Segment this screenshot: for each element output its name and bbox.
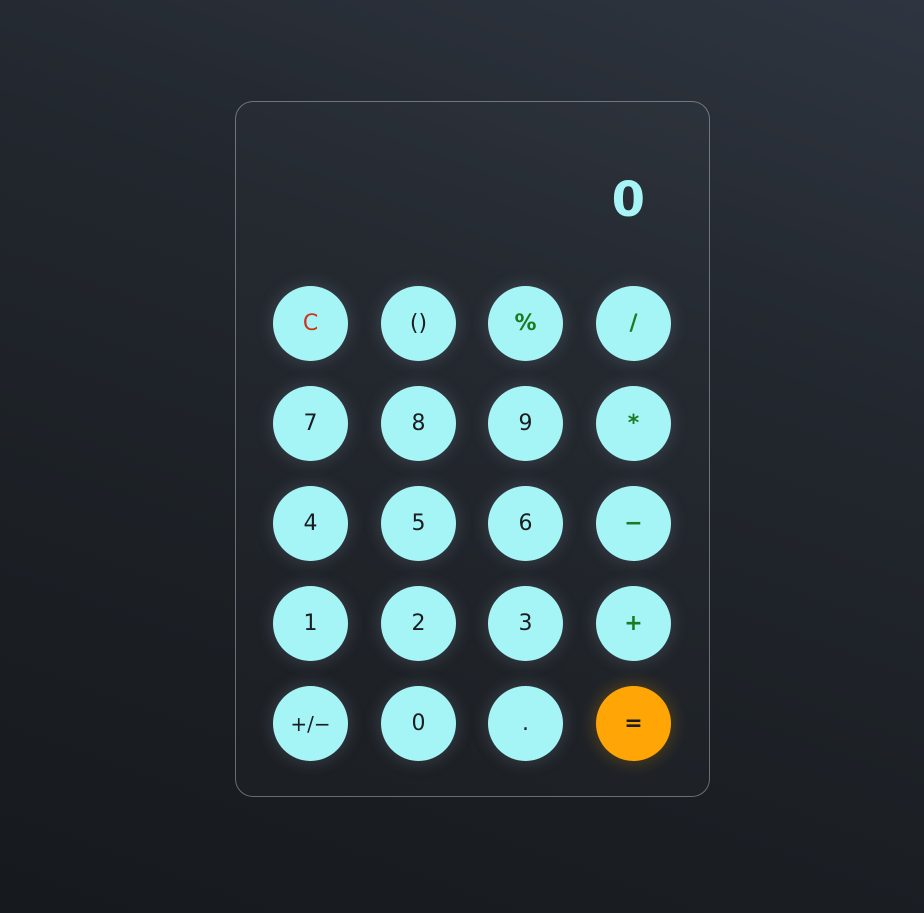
digit-7-button[interactable]: 7 (273, 386, 348, 461)
calculator-panel: 0 C () % / 7 8 9 * 4 5 6 − 1 2 3 + +/− 0… (235, 101, 710, 797)
digit-9-button[interactable]: 9 (488, 386, 563, 461)
subtract-button[interactable]: − (596, 486, 671, 561)
percent-button[interactable]: % (488, 286, 563, 361)
digit-8-button[interactable]: 8 (381, 386, 456, 461)
digit-1-button[interactable]: 1 (273, 586, 348, 661)
equals-button[interactable]: = (596, 686, 671, 761)
digit-2-button[interactable]: 2 (381, 586, 456, 661)
divide-button[interactable]: / (596, 286, 671, 361)
digit-0-button[interactable]: 0 (381, 686, 456, 761)
negate-button[interactable]: +/− (273, 686, 348, 761)
digit-3-button[interactable]: 3 (488, 586, 563, 661)
multiply-button[interactable]: * (596, 386, 671, 461)
decimal-button[interactable]: . (488, 686, 563, 761)
clear-button[interactable]: C (273, 286, 348, 361)
digit-4-button[interactable]: 4 (273, 486, 348, 561)
parentheses-button[interactable]: () (381, 286, 456, 361)
digit-5-button[interactable]: 5 (381, 486, 456, 561)
calculator-display: 0 (611, 171, 646, 228)
add-button[interactable]: + (596, 586, 671, 661)
digit-6-button[interactable]: 6 (488, 486, 563, 561)
